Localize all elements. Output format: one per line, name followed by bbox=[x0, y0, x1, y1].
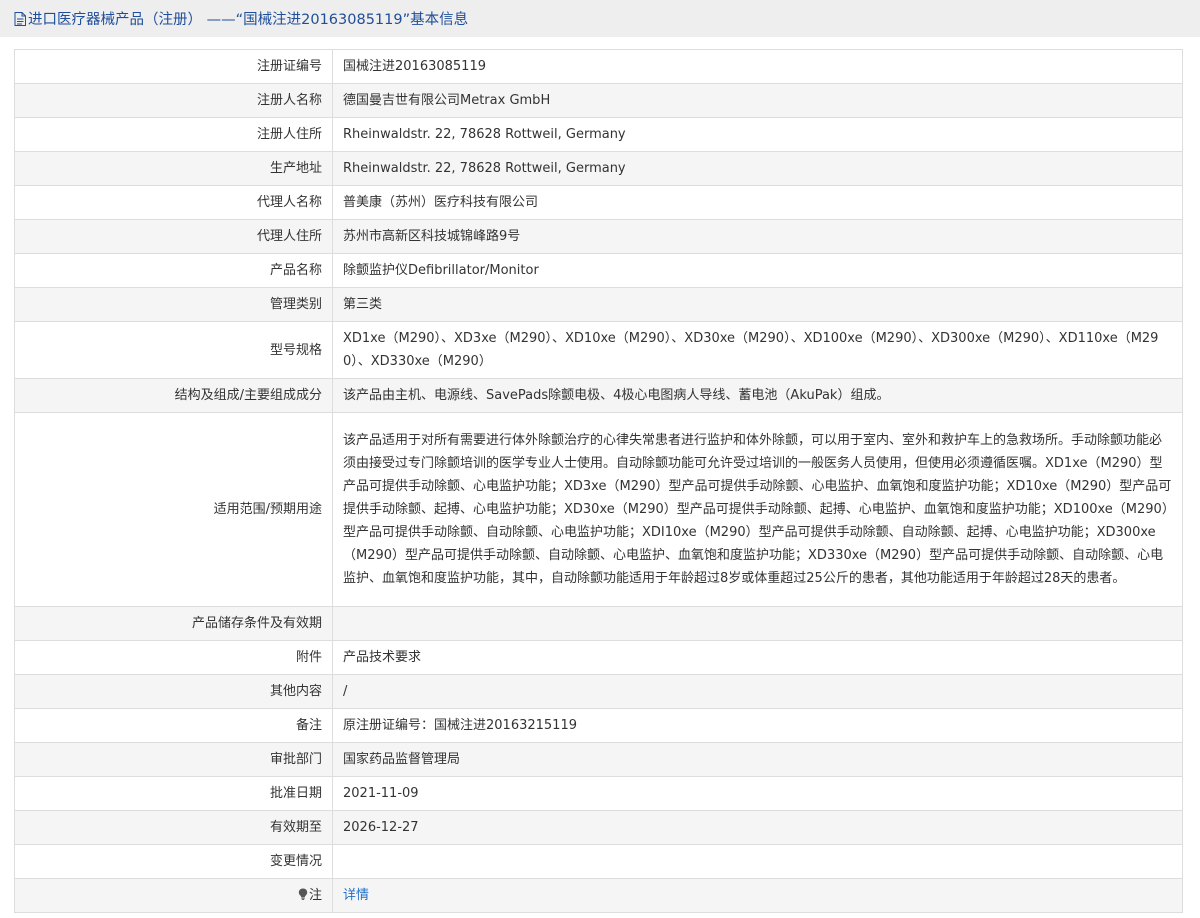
row-label: 产品储存条件及有效期 bbox=[14, 606, 333, 641]
note-value-cell: 详情 bbox=[332, 878, 1183, 913]
table-row: 产品名称 除颤监护仪Defibrillator/Monitor bbox=[14, 253, 1183, 288]
row-label: 注册人名称 bbox=[14, 83, 333, 118]
row-value: 原注册证编号：国械注进20163215119 bbox=[332, 708, 1183, 743]
row-value: XD1xe（M290）、XD3xe（M290）、XD10xe（M290）、XD3… bbox=[332, 321, 1183, 379]
table-row: 生产地址 Rheinwaldstr. 22, 78628 Rottweil, G… bbox=[14, 151, 1183, 186]
table-row: 变更情况 bbox=[14, 844, 1183, 879]
row-value: 普美康（苏州）医疗科技有限公司 bbox=[332, 185, 1183, 220]
row-label: 变更情况 bbox=[14, 844, 333, 879]
row-label: 注册证编号 bbox=[14, 49, 333, 84]
row-label: 有效期至 bbox=[14, 810, 333, 845]
row-value: 除颤监护仪Defibrillator/Monitor bbox=[332, 253, 1183, 288]
row-label: 代理人名称 bbox=[14, 185, 333, 220]
row-value: 该产品适用于对所有需要进行体外除颤治疗的心律失常患者进行监护和体外除颤，可以用于… bbox=[332, 412, 1183, 607]
table-row: 有效期至 2026-12-27 bbox=[14, 810, 1183, 845]
row-label: 代理人住所 bbox=[14, 219, 333, 254]
row-label: 其他内容 bbox=[14, 674, 333, 709]
table-row: 结构及组成/主要组成成分 该产品由主机、电源线、SavePads除颤电极、4极心… bbox=[14, 378, 1183, 413]
row-value: 德国曼吉世有限公司Metrax GmbH bbox=[332, 83, 1183, 118]
row-value: 苏州市高新区科技城锦峰路9号 bbox=[332, 219, 1183, 254]
note-row: 注 详情 bbox=[14, 878, 1183, 913]
row-value: 国械注进20163085119 bbox=[332, 49, 1183, 84]
table-row: 批准日期 2021-11-09 bbox=[14, 776, 1183, 811]
row-value: 该产品由主机、电源线、SavePads除颤电极、4极心电图病人导线、蓄电池（Ak… bbox=[332, 378, 1183, 413]
row-label: 产品名称 bbox=[14, 253, 333, 288]
note-label: 注 bbox=[308, 888, 322, 903]
row-label: 管理类别 bbox=[14, 287, 333, 322]
row-value: 2021-11-09 bbox=[332, 776, 1183, 811]
page: 进口医疗器械产品（注册） ——“国械注进20163085119”基本信息 注册证… bbox=[0, 0, 1200, 918]
table-row: 注册证编号 国械注进20163085119 bbox=[14, 49, 1183, 84]
row-label: 备注 bbox=[14, 708, 333, 743]
table-row: 注册人住所 Rheinwaldstr. 22, 78628 Rottweil, … bbox=[14, 117, 1183, 152]
lightbulb-icon bbox=[298, 888, 308, 900]
table-row: 其他内容 / bbox=[14, 674, 1183, 709]
table-row: 适用范围/预期用途 该产品适用于对所有需要进行体外除颤治疗的心律失常患者进行监护… bbox=[14, 412, 1183, 607]
row-label: 结构及组成/主要组成成分 bbox=[14, 378, 333, 413]
table-row: 审批部门 国家药品监督管理局 bbox=[14, 742, 1183, 777]
table-row: 代理人住所 苏州市高新区科技城锦峰路9号 bbox=[14, 219, 1183, 254]
details-link[interactable]: 详情 bbox=[343, 888, 369, 903]
row-value bbox=[332, 844, 1183, 879]
page-title: 进口医疗器械产品（注册） ——“国械注进20163085119”基本信息 bbox=[28, 12, 469, 28]
table-row: 管理类别 第三类 bbox=[14, 287, 1183, 322]
row-label: 生产地址 bbox=[14, 151, 333, 186]
document-icon bbox=[14, 11, 26, 26]
row-value: / bbox=[332, 674, 1183, 709]
table-row: 注册人名称 德国曼吉世有限公司Metrax GmbH bbox=[14, 83, 1183, 118]
table-row: 型号规格 XD1xe（M290）、XD3xe（M290）、XD10xe（M290… bbox=[14, 321, 1183, 379]
row-value: Rheinwaldstr. 22, 78628 Rottweil, German… bbox=[332, 117, 1183, 152]
table-row: 代理人名称 普美康（苏州）医疗科技有限公司 bbox=[14, 185, 1183, 220]
row-label: 型号规格 bbox=[14, 321, 333, 379]
row-value: 第三类 bbox=[332, 287, 1183, 322]
row-value bbox=[332, 606, 1183, 641]
row-label: 适用范围/预期用途 bbox=[14, 412, 333, 607]
row-value: Rheinwaldstr. 22, 78628 Rottweil, German… bbox=[332, 151, 1183, 186]
table-row: 附件 产品技术要求 bbox=[14, 640, 1183, 675]
page-title-bar: 进口医疗器械产品（注册） ——“国械注进20163085119”基本信息 bbox=[0, 0, 1200, 37]
table-row: 产品储存条件及有效期 bbox=[14, 606, 1183, 641]
row-label: 审批部门 bbox=[14, 742, 333, 777]
table-row: 备注 原注册证编号：国械注进20163215119 bbox=[14, 708, 1183, 743]
note-label-cell: 注 bbox=[14, 878, 333, 913]
row-label: 批准日期 bbox=[14, 776, 333, 811]
info-table-wrapper: 注册证编号 国械注进20163085119 注册人名称 德国曼吉世有限公司Met… bbox=[14, 49, 1183, 913]
row-value: 产品技术要求 bbox=[332, 640, 1183, 675]
row-value: 国家药品监督管理局 bbox=[332, 742, 1183, 777]
row-label: 注册人住所 bbox=[14, 117, 333, 152]
row-value: 2026-12-27 bbox=[332, 810, 1183, 845]
info-table: 注册证编号 国械注进20163085119 注册人名称 德国曼吉世有限公司Met… bbox=[14, 49, 1183, 913]
row-label: 附件 bbox=[14, 640, 333, 675]
